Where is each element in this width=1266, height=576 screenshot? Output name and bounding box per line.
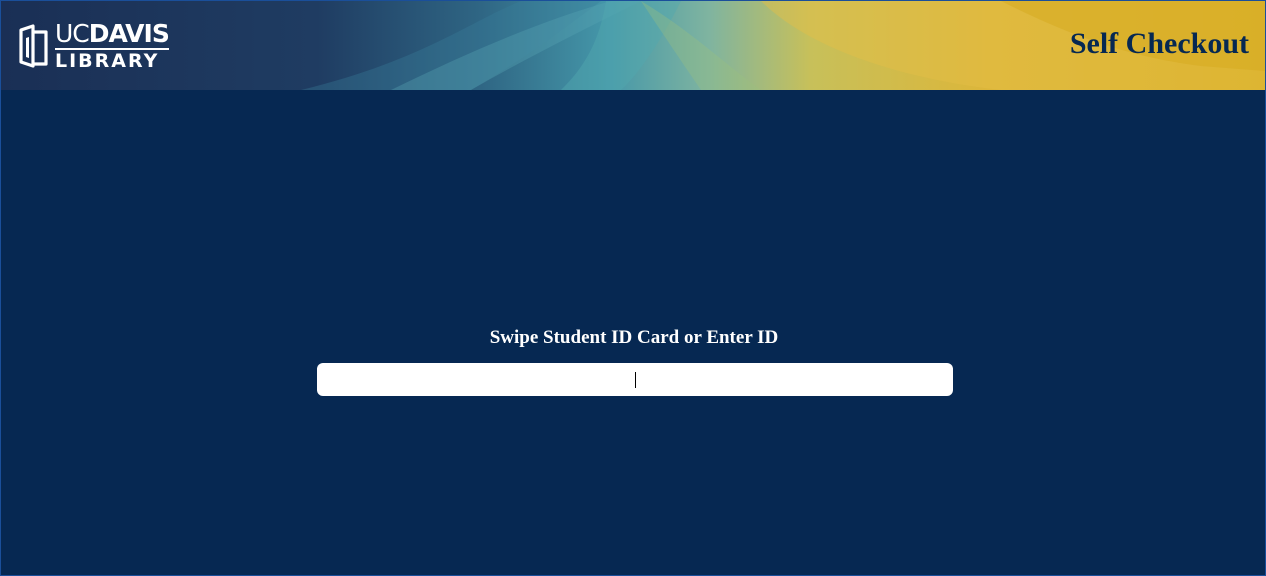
uc-davis-library-logo-icon [19,24,48,68]
page-title: Self Checkout [1069,27,1249,60]
logo-davis-text: DAVIS [88,19,170,48]
logo-uc-text: UC [55,19,90,48]
header-banner: UC DAVIS LIBRARY Self Checkout [1,1,1265,90]
text-caret [635,372,636,388]
id-prompt-label: Swipe Student ID Card or Enter ID [489,327,779,348]
uc-davis-library-logo: UC DAVIS LIBRARY [19,19,170,72]
logo-wordmark: UC DAVIS LIBRARY [55,19,170,72]
logo-top-line: UC DAVIS [55,19,170,50]
logo-library-text: LIBRARY [55,50,160,72]
app-frame: UC DAVIS LIBRARY Self Checkout Swipe Stud… [0,0,1266,576]
